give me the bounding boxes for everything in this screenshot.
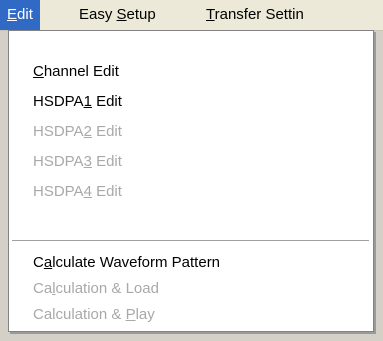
menu-item-hsdpa1-edit[interactable]: HSDPA1 Edit (9, 89, 373, 115)
menu-item-label-post: lculate Waveform Pattern (52, 254, 221, 271)
menu-edit-accelerator: E (7, 6, 18, 23)
menu-edit-label-post: dit (17, 6, 33, 23)
background-window-edge (374, 31, 383, 341)
menu-easy-setup-label-pre: Easy (79, 6, 117, 23)
menu-separator (12, 240, 369, 242)
menu-item-label-post: Edit (91, 153, 122, 170)
menu-item-label-post: Edit (91, 183, 122, 200)
menu-edit[interactable]: Edit (0, 0, 40, 30)
menu-item-accelerator: 1 (83, 93, 92, 110)
menu-item-label-pre: Calculation & (33, 306, 126, 323)
menu-easy-setup-accelerator: S (116, 6, 127, 23)
menu-bar: Edit Easy Setup Transfer Settin (0, 0, 383, 31)
menu-item-label-pre: HSDPA (33, 123, 84, 140)
menu-easy-setup-label-post: etup (126, 6, 156, 23)
menu-item-label-post: culation & Load (55, 280, 159, 297)
menu-item-label-post: Edit (91, 93, 122, 110)
menu-transfer-settings-accelerator: T (206, 6, 215, 23)
menu-item-accelerator: 4 (83, 183, 92, 200)
menu-item-accelerator: 2 (83, 123, 92, 140)
menu-transfer-settings[interactable]: Transfer Settin (199, 0, 311, 30)
menu-item-label-post: hannel Edit (43, 63, 119, 80)
menu-item-label-pre: HSDPA (33, 93, 84, 110)
menu-item-accelerator: a (43, 254, 53, 271)
menu-item-hsdpa4-edit[interactable]: HSDPA4 Edit (9, 179, 373, 205)
menu-item-accelerator: P (125, 306, 136, 323)
menu-item-hsdpa2-edit[interactable]: HSDPA2 Edit (9, 119, 373, 145)
menu-item-accelerator: C (33, 63, 44, 80)
menu-item-label-pre: HSDPA (33, 183, 84, 200)
menu-item-accelerator: 3 (83, 153, 92, 170)
menu-item-label-post: lay (135, 306, 155, 323)
menu-item-calculation-play[interactable]: Calculation & Play (9, 302, 373, 328)
menu-item-label-pre: C (33, 254, 44, 271)
menu-transfer-settings-label-post: ransfer Settin (214, 6, 304, 23)
edit-dropdown-menu: Channel Edit HSDPA1 Edit HSDPA2 Edit HSD… (8, 30, 374, 332)
menu-item-channel-edit[interactable]: Channel Edit (9, 59, 373, 85)
menu-item-label-post: Edit (91, 123, 122, 140)
menu-item-calculation-load[interactable]: Calculation & Load (9, 276, 373, 302)
menu-easy-setup[interactable]: Easy Setup (72, 0, 163, 30)
menu-item-calculate-waveform-pattern[interactable]: Calculate Waveform Pattern (9, 250, 373, 276)
menu-item-hsdpa3-edit[interactable]: HSDPA3 Edit (9, 149, 373, 175)
menu-item-label-pre: Ca (33, 280, 53, 297)
menu-item-label-pre: HSDPA (33, 153, 84, 170)
